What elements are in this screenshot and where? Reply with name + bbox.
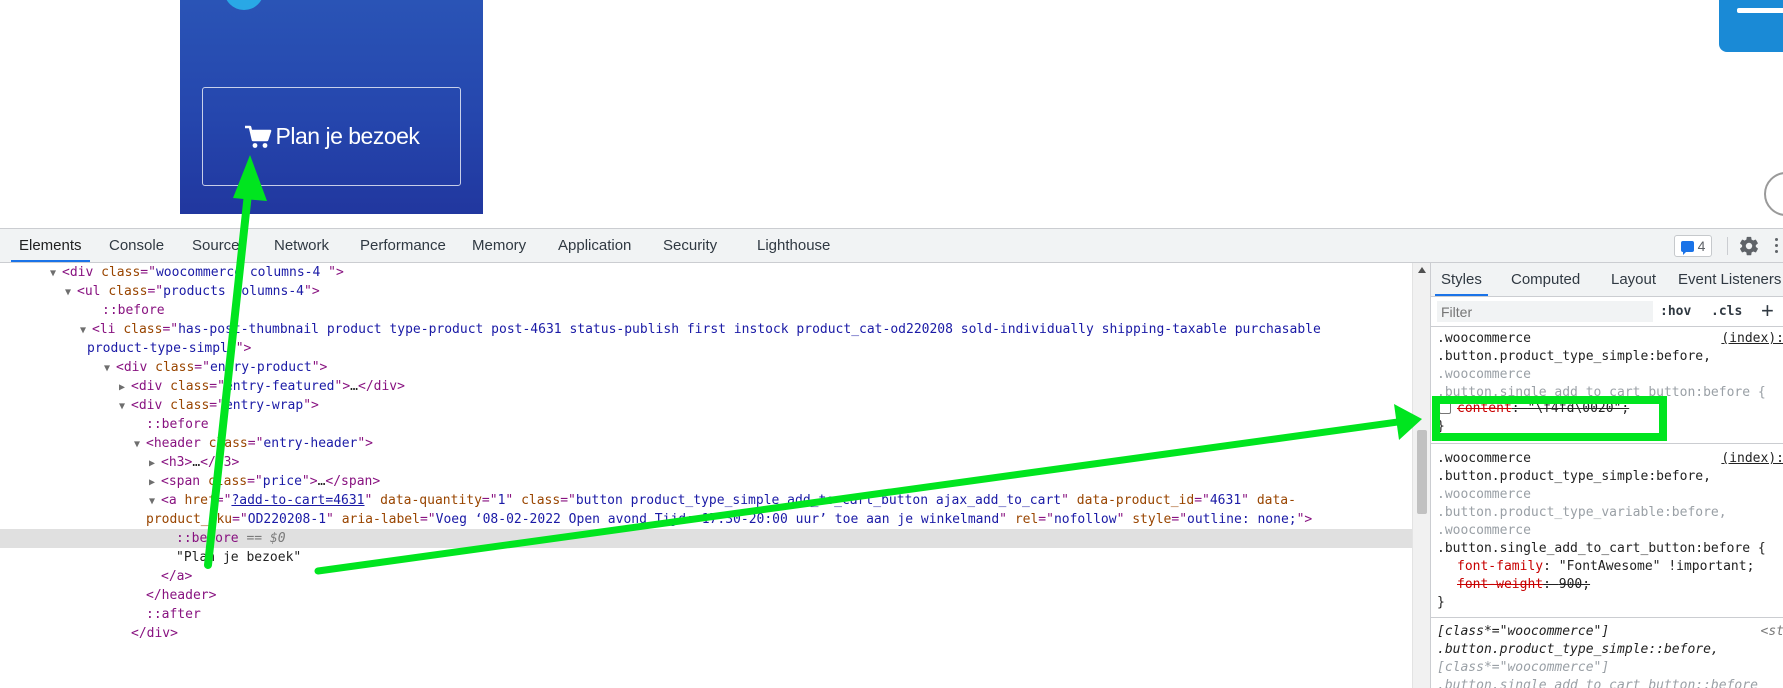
tab-elements[interactable]: Elements [11, 229, 90, 262]
tab-lighthouse[interactable]: Lighthouse [757, 229, 830, 262]
dom-node[interactable]: ▶ <div class="entry-featured">…</div> [0, 377, 1412, 396]
devtools-panel: Elements Console Sources Network Perform… [0, 228, 1783, 688]
css-declaration[interactable]: content: "\f4fd\0020"; [1457, 400, 1629, 418]
product-card: Plan je bezoek [180, 0, 483, 214]
sidebar-tabbar: Styles Computed Layout Event Listeners [1431, 263, 1783, 297]
dom-node[interactable]: </div> [0, 624, 1412, 643]
dom-node[interactable]: </a> [0, 567, 1412, 586]
tab-performance[interactable]: Performance [360, 229, 446, 262]
styles-filter-bar: :hov .cls + [1431, 297, 1783, 327]
styles-filter-input[interactable] [1437, 301, 1653, 322]
rule-source-link[interactable]: (index): [1721, 330, 1783, 348]
hover-state-toggle[interactable]: :hov [1660, 297, 1691, 327]
elements-tree: ▼ <div class="woocommerce columns-4 "> ▼ <… [0, 263, 1412, 688]
tab-security[interactable]: Security [663, 229, 717, 262]
rule-divider [1431, 443, 1783, 444]
tab-sources[interactable]: Sources [192, 229, 240, 262]
webpage-viewport: Plan je bezoek [0, 0, 1783, 228]
class-toggle[interactable]: .cls [1711, 297, 1742, 327]
elements-scrollbar[interactable] [1412, 263, 1430, 688]
dom-node[interactable]: ▼ <div class="entry-wrap"> [0, 396, 1412, 415]
rule-close: } [1437, 595, 1445, 610]
scroll-to-top-button[interactable] [1764, 172, 1783, 216]
tab-event-listeners[interactable]: Event Listeners [1678, 263, 1781, 296]
plan-visit-label: Plan je bezoek [275, 123, 420, 149]
scroll-up-arrow-icon[interactable] [1418, 267, 1426, 273]
rule-selector: .woocommerce [1437, 487, 1531, 502]
product-badge [224, 0, 264, 10]
issues-count: 4 [1697, 238, 1706, 254]
tab-memory[interactable]: Memory [472, 229, 526, 262]
dom-node[interactable]: </header> [0, 586, 1412, 605]
tab-styles[interactable]: Styles [1435, 263, 1488, 296]
dom-node[interactable]: ::before [0, 415, 1412, 434]
scrollbar-thumb[interactable] [1417, 430, 1427, 514]
devtools-tabbar: Elements Console Sources Network Perform… [0, 229, 1783, 263]
cart-icon [244, 125, 271, 148]
rule-selector: .woocommerce [1437, 523, 1531, 538]
dom-node[interactable]: ▼ <div class="woocommerce columns-4 "> [0, 263, 1412, 282]
rule-selector: .woocommerce [1437, 367, 1531, 382]
rule-source-link[interactable]: <st [1761, 623, 1783, 641]
rule-selector: .woocommerce [1437, 451, 1531, 466]
tab-application[interactable]: Application [558, 229, 631, 262]
message-icon [1680, 240, 1694, 255]
rule-close: } [1437, 419, 1445, 434]
dom-node[interactable]: ▼ <a href="?add-to-cart=4631" data-quanti… [0, 491, 1412, 510]
more-options-icon[interactable] [1775, 238, 1779, 254]
plan-visit-button[interactable]: Plan je bezoek [202, 87, 461, 186]
dom-node[interactable]: product_sku="OD220208-1" aria-label="Voe… [0, 510, 1412, 529]
rule-selector: .button.single_add_to_cart_button:before… [1437, 541, 1766, 556]
rule-divider [1431, 617, 1783, 618]
dom-node[interactable]: ▶ <h3>…</h3> [0, 453, 1412, 472]
rule-selector: [class*="woocommerce"] [1437, 624, 1610, 639]
property-checkbox[interactable] [1439, 402, 1451, 414]
new-rule-button[interactable]: + [1761, 298, 1774, 324]
tab-console[interactable]: Console [109, 229, 164, 262]
dom-node[interactable]: product-type-simple"> [0, 339, 1412, 358]
dom-node[interactable]: ::before [0, 301, 1412, 320]
rule-selector: .button.product_type_simple::before, [1437, 642, 1719, 657]
tab-network[interactable]: Network [274, 229, 329, 262]
rule-selector: .button.product_type_simple:before, [1437, 349, 1711, 364]
issues-counter[interactable]: 4 [1674, 235, 1712, 257]
dom-node[interactable]: ▼ <header class="entry-header"> [0, 434, 1412, 453]
css-declaration[interactable]: font-family: "FontAwesome" !important; [1457, 558, 1754, 576]
rule-selector: .button.single_add_to_cart_button::befor… [1437, 678, 1758, 688]
tab-layout[interactable]: Layout [1611, 263, 1656, 296]
dom-text-node[interactable]: "Plan je bezoek" [0, 548, 1412, 567]
rule-selector: .button.product_type_simple:before, [1437, 469, 1711, 484]
tab-computed[interactable]: Computed [1511, 263, 1580, 296]
css-declaration[interactable]: font-weight: 900; [1457, 576, 1590, 594]
menu-button[interactable] [1719, 0, 1783, 52]
dom-node-selected[interactable]: ::before == $0 [0, 529, 1412, 548]
dom-node[interactable]: ▶ <span class="price">…</span> [0, 472, 1412, 491]
dom-node[interactable]: ::after [0, 605, 1412, 624]
styles-sidebar: Styles Computed Layout Event Listeners :… [1430, 263, 1783, 688]
dom-node[interactable]: ▼ <li class="has-post-thumbnail product t… [0, 320, 1412, 339]
rule-selector: [class*="woocommerce"] [1437, 660, 1610, 675]
rule-selector: .button.product_type_variable:before, [1437, 505, 1727, 520]
dom-node[interactable]: ▼ <div class="entry-product"> [0, 358, 1412, 377]
rule-source-link[interactable]: (index): [1721, 450, 1783, 468]
rule-selector: .woocommerce [1437, 331, 1531, 346]
dom-node[interactable]: ▼ <ul class="products columns-4"> [0, 282, 1412, 301]
gear-icon[interactable] [1738, 235, 1760, 257]
menu-icon [1737, 8, 1783, 13]
toolbar-divider [1727, 237, 1728, 255]
